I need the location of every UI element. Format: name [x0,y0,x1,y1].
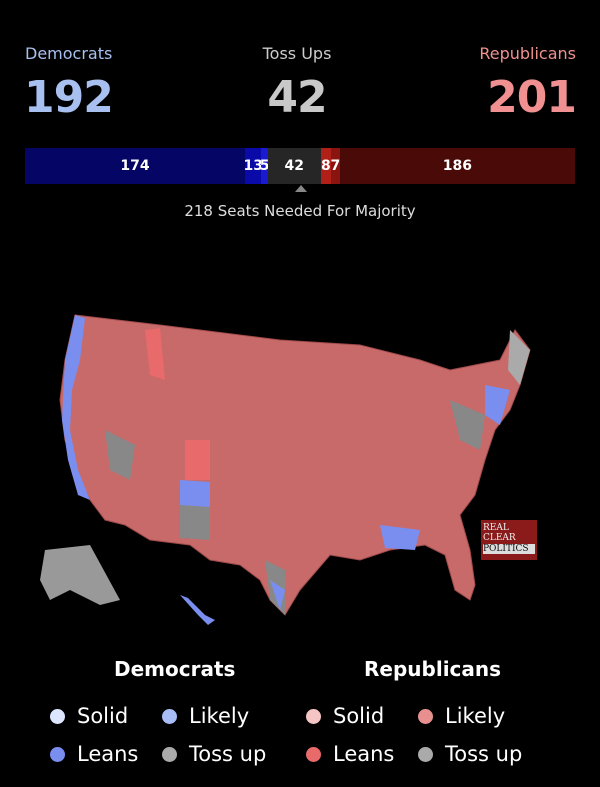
alaska[interactable] [40,545,120,605]
legend-dot-icon [162,746,177,762]
legend-item-republicans-likely: Likely [418,704,505,728]
legend-item-democrats-solid: Solid [50,704,128,728]
hawaii[interactable] [180,595,215,625]
legend-dot-icon [306,708,321,724]
legend-item-democrats-leans: Leans [50,742,138,766]
republicans-total: 201 [487,72,577,123]
logo-line: POLITICS [483,544,535,554]
legend-dot-icon [306,746,321,762]
legend-label: Leans [77,742,139,766]
legend-label: Likely [445,704,506,728]
seat-bar: 174 13 5 42 8 7 186 [25,148,575,184]
legend-label: Likely [189,704,250,728]
seat-bar-segment-rep-solid: 186 [339,148,575,184]
legend-label: Solid [77,704,129,728]
legend-label: Solid [333,704,385,728]
legend-item-democrats-likely: Likely [162,704,249,728]
republicans-header: Republicans [479,44,576,63]
majority-marker [295,185,307,192]
legend-republicans-title: Republicans [364,657,502,681]
seat-bar-segment-toss-up: 42 [267,148,321,184]
legend-dot-icon [50,746,65,762]
logo-line: CLEAR [483,533,516,543]
legend-dot-icon [162,708,177,724]
legend-item-democrats-toss-up: Toss up [162,742,266,766]
legend-item-republicans-toss-up: Toss up [418,742,522,766]
legend-label: Leans [333,742,395,766]
seat-bar-segment-dem-solid: 174 [25,148,245,184]
legend-dot-icon [418,746,433,762]
legend-dot-icon [50,708,65,724]
us-house-map[interactable] [30,300,540,630]
seat-bar-segment-rep-likely: 7 [330,148,340,184]
real-clear-politics-logo: REAL CLEAR POLITICS [481,520,537,560]
legend-item-republicans-solid: Solid [306,704,384,728]
legend-label: Toss up [445,742,523,766]
logo-line: REAL [483,523,509,533]
legend-label: Toss up [189,742,267,766]
seat-bar-segment-rep-leans: 8 [320,148,331,184]
legend-item-republicans-leans: Leans [306,742,394,766]
majority-text: 218 Seats Needed For Majority [184,202,416,220]
legend-dot-icon [418,708,433,724]
legend-democrats-title: Democrats [114,657,236,681]
